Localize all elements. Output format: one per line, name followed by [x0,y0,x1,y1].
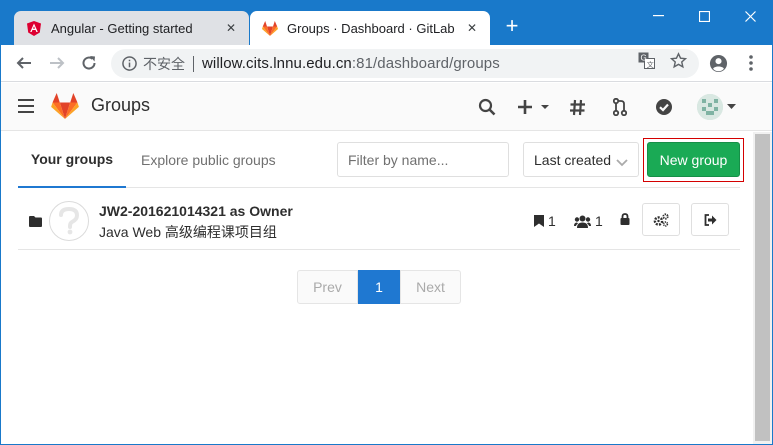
tab-your-groups[interactable]: Your groups [18,132,126,188]
new-tab-button[interactable]: + [501,15,523,37]
projects-count-value: 1 [548,213,556,229]
todo-check-icon[interactable] [655,97,673,117]
tab-strip: Angular - Getting started ✕ Groups · Das… [1,1,772,45]
user-avatar[interactable] [697,94,723,120]
chevron-down-icon [616,154,628,170]
angular-icon [26,20,42,36]
star-icon[interactable] [669,51,687,69]
close-icon[interactable]: ✕ [221,18,241,38]
group-row[interactable]: JW2-201621014321 as Owner Java Web 高级编程课… [18,189,740,250]
group-settings-button[interactable] [642,203,680,236]
security-label: 不安全 [143,55,185,72]
pagination-page-current[interactable]: 1 [358,270,400,304]
group-name-link[interactable]: JW2-201621014321 as Owner [99,203,293,219]
url-text: willow.cits.lnnu.edu.cn:81/dashboard/gro… [202,55,500,72]
gitlab-header: Groups [1,83,772,131]
chevron-down-icon[interactable] [727,97,736,117]
search-icon[interactable] [478,97,496,117]
back-arrow-icon[interactable] [11,50,37,76]
new-group-button[interactable]: New group [647,142,740,177]
pagination: Prev 1 Next [297,270,461,304]
tab-title: Groups · Dashboard · GitLab [287,20,455,36]
browser-tab-angular[interactable]: Angular - Getting started ✕ [14,11,249,45]
forward-arrow-icon[interactable] [44,50,70,76]
window-close-icon[interactable] [727,1,772,31]
tab-explore-public-groups[interactable]: Explore public groups [141,132,276,188]
hash-icon[interactable] [569,97,586,117]
pagination-next[interactable]: Next [400,270,461,304]
svg-text:文: 文 [646,59,653,68]
url-path: :81/dashboard/groups [351,55,500,72]
profile-icon[interactable] [705,50,731,76]
gitlab-logo[interactable] [51,93,79,119]
svg-text:G: G [640,53,646,62]
omnibox-divider [193,55,194,72]
projects-count: 1 [534,213,556,229]
url-host: willow.cits.lnnu.edu.cn [202,55,352,72]
sort-dropdown-label: Last created [534,151,612,168]
gitlab-icon [262,20,278,36]
browser-toolbar: 不安全 willow.cits.lnnu.edu.cn:81/dashboard… [1,45,772,82]
scrollbar-thumb[interactable] [755,134,770,441]
page-title: Groups [91,95,151,115]
users-icon [574,215,591,228]
close-icon[interactable]: ✕ [462,18,482,38]
sign-out-icon [704,213,716,226]
kebab-menu-icon[interactable] [738,50,764,76]
merge-request-icon[interactable] [613,97,627,117]
pagination-prev[interactable]: Prev [297,270,358,304]
browser-tab-gitlab[interactable]: Groups · Dashboard · GitLab ✕ [250,11,490,45]
minimize-icon[interactable] [635,1,681,31]
hamburger-icon[interactable] [18,99,34,113]
folder-icon [29,214,42,227]
members-count: 1 [574,213,603,229]
vertical-scrollbar[interactable] [753,132,772,444]
translate-icon[interactable]: G文 [637,51,655,69]
reload-icon[interactable] [76,50,102,76]
maximize-icon[interactable] [681,1,727,31]
cogs-icon [653,212,669,227]
leave-group-button[interactable] [691,203,729,236]
tab-title: Angular - Getting started [51,20,193,36]
plus-dropdown-icon[interactable] [517,97,549,117]
lock-icon [620,213,634,225]
group-description: Java Web 高级编程课项目组 [99,224,277,240]
address-bar[interactable]: 不安全 willow.cits.lnnu.edu.cn:81/dashboard… [111,49,699,78]
filter-by-name-input[interactable] [337,142,509,177]
info-icon[interactable] [121,56,137,72]
browser-window: Angular - Getting started ✕ Groups · Das… [0,0,773,445]
members-count-value: 1 [595,213,603,229]
bookmark-icon [534,215,544,227]
sort-dropdown[interactable]: Last created [523,142,639,177]
group-avatar[interactable] [49,201,89,241]
